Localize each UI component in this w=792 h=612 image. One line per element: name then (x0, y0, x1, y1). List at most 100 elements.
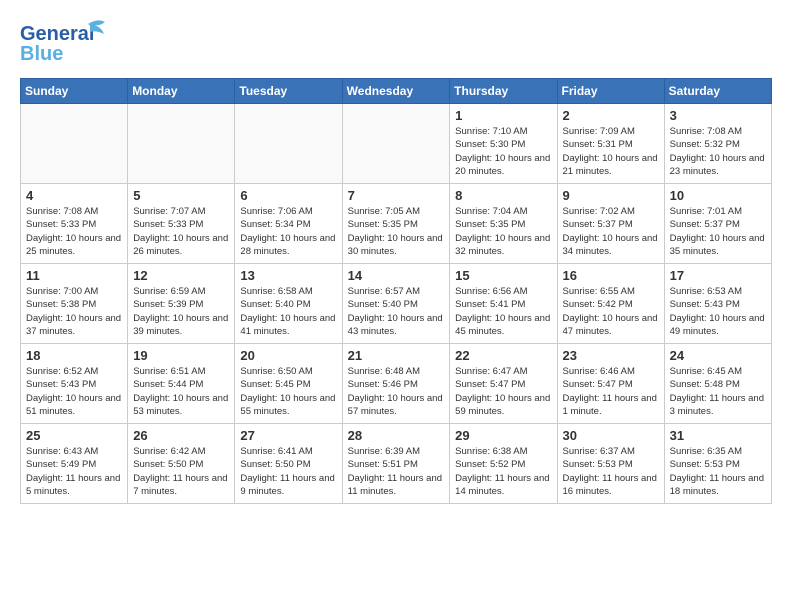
calendar-header-row: SundayMondayTuesdayWednesdayThursdayFrid… (21, 79, 772, 104)
day-info: Sunrise: 6:50 AMSunset: 5:45 PMDaylight:… (240, 365, 336, 418)
calendar-header-sunday: Sunday (21, 79, 128, 104)
day-number: 22 (455, 348, 551, 363)
calendar-cell: 11 Sunrise: 7:00 AMSunset: 5:38 PMDayligh… (21, 264, 128, 344)
calendar-header-wednesday: Wednesday (342, 79, 450, 104)
day-number: 14 (348, 268, 445, 283)
day-info: Sunrise: 6:46 AMSunset: 5:47 PMDaylight:… (563, 365, 659, 418)
day-info: Sunrise: 6:58 AMSunset: 5:40 PMDaylight:… (240, 285, 336, 338)
day-info: Sunrise: 6:45 AMSunset: 5:48 PMDaylight:… (670, 365, 766, 418)
calendar-header-saturday: Saturday (664, 79, 771, 104)
svg-text:Blue: Blue (20, 43, 63, 65)
calendar-cell (235, 104, 342, 184)
day-info: Sunrise: 6:47 AMSunset: 5:47 PMDaylight:… (455, 365, 551, 418)
calendar-cell: 10Sunrise: 7:01 AMSunset: 5:37 PMDayligh… (664, 184, 771, 264)
calendar-cell: 2 Sunrise: 7:09 AMSunset: 5:31 PMDaylight… (557, 104, 664, 184)
day-info: Sunrise: 6:48 AMSunset: 5:46 PMDaylight:… (348, 365, 445, 418)
calendar-cell: 18Sunrise: 6:52 AMSunset: 5:43 PMDayligh… (21, 344, 128, 424)
day-info: Sunrise: 7:06 AMSunset: 5:34 PMDaylight:… (240, 205, 336, 258)
calendar-table: SundayMondayTuesdayWednesdayThursdayFrid… (20, 78, 772, 504)
day-number: 31 (670, 428, 766, 443)
day-number: 6 (240, 188, 336, 203)
calendar-header-friday: Friday (557, 79, 664, 104)
calendar-cell: 25Sunrise: 6:43 AMSunset: 5:49 PMDayligh… (21, 424, 128, 504)
day-info: Sunrise: 6:37 AMSunset: 5:53 PMDaylight:… (563, 445, 659, 498)
calendar-cell: 12 Sunrise: 6:59 AMSunset: 5:39 PMDayligh… (128, 264, 235, 344)
calendar-week-row: 1Sunrise: 7:10 AMSunset: 5:30 PMDaylight… (21, 104, 772, 184)
calendar-cell: 3 Sunrise: 7:08 AMSunset: 5:32 PMDaylight… (664, 104, 771, 184)
day-info: Sunrise: 6:59 AMSunset: 5:39 PMDaylight:… (133, 285, 229, 338)
calendar-cell: 15 Sunrise: 6:56 AMSunset: 5:41 PMDayligh… (450, 264, 557, 344)
day-number: 28 (348, 428, 445, 443)
day-info: Sunrise: 7:08 AMSunset: 5:33 PMDaylight:… (26, 205, 122, 258)
calendar-cell: 6 Sunrise: 7:06 AMSunset: 5:34 PMDaylight… (235, 184, 342, 264)
day-number: 12 (133, 268, 229, 283)
calendar-cell: 1Sunrise: 7:10 AMSunset: 5:30 PMDaylight… (450, 104, 557, 184)
day-info: Sunrise: 6:41 AMSunset: 5:50 PMDaylight:… (240, 445, 336, 498)
day-info: Sunrise: 6:39 AMSunset: 5:51 PMDaylight:… (348, 445, 445, 498)
day-info: Sunrise: 7:05 AMSunset: 5:35 PMDaylight:… (348, 205, 445, 258)
calendar-cell: 22 Sunrise: 6:47 AMSunset: 5:47 PMDayligh… (450, 344, 557, 424)
day-number: 21 (348, 348, 445, 363)
calendar-cell: 29 Sunrise: 6:38 AMSunset: 5:52 PMDayligh… (450, 424, 557, 504)
day-info: Sunrise: 6:52 AMSunset: 5:43 PMDaylight:… (26, 365, 122, 418)
calendar-header-thursday: Thursday (450, 79, 557, 104)
page: General Blue SundayMondayTuesdayWednesda… (0, 0, 792, 514)
calendar-cell: 14 Sunrise: 6:57 AMSunset: 5:40 PMDayligh… (342, 264, 450, 344)
day-info: Sunrise: 7:07 AMSunset: 5:33 PMDaylight:… (133, 205, 229, 258)
logo: General Blue (20, 16, 110, 68)
day-number: 8 (455, 188, 551, 203)
day-number: 29 (455, 428, 551, 443)
day-info: Sunrise: 6:53 AMSunset: 5:43 PMDaylight:… (670, 285, 766, 338)
calendar-cell: 5 Sunrise: 7:07 AMSunset: 5:33 PMDaylight… (128, 184, 235, 264)
calendar-cell: 23 Sunrise: 6:46 AMSunset: 5:47 PMDayligh… (557, 344, 664, 424)
calendar-cell: 30Sunrise: 6:37 AMSunset: 5:53 PMDayligh… (557, 424, 664, 504)
day-number: 13 (240, 268, 336, 283)
calendar-cell (128, 104, 235, 184)
day-number: 27 (240, 428, 336, 443)
day-number: 24 (670, 348, 766, 363)
day-info: Sunrise: 6:57 AMSunset: 5:40 PMDaylight:… (348, 285, 445, 338)
day-number: 17 (670, 268, 766, 283)
day-info: Sunrise: 6:56 AMSunset: 5:41 PMDaylight:… (455, 285, 551, 338)
day-info: Sunrise: 7:00 AMSunset: 5:38 PMDaylight:… (26, 285, 122, 338)
day-number: 2 (563, 108, 659, 123)
day-info: Sunrise: 6:38 AMSunset: 5:52 PMDaylight:… (455, 445, 551, 498)
calendar-week-row: 4 Sunrise: 7:08 AMSunset: 5:33 PMDaylight… (21, 184, 772, 264)
day-info: Sunrise: 7:09 AMSunset: 5:31 PMDaylight:… (563, 125, 659, 178)
calendar-cell: 9 Sunrise: 7:02 AMSunset: 5:37 PMDaylight… (557, 184, 664, 264)
day-number: 20 (240, 348, 336, 363)
day-number: 5 (133, 188, 229, 203)
calendar-cell: 20 Sunrise: 6:50 AMSunset: 5:45 PMDayligh… (235, 344, 342, 424)
calendar-cell: 24 Sunrise: 6:45 AMSunset: 5:48 PMDayligh… (664, 344, 771, 424)
day-info: Sunrise: 6:55 AMSunset: 5:42 PMDaylight:… (563, 285, 659, 338)
calendar-cell: 7 Sunrise: 7:05 AMSunset: 5:35 PMDaylight… (342, 184, 450, 264)
day-number: 3 (670, 108, 766, 123)
day-number: 9 (563, 188, 659, 203)
day-info: Sunrise: 6:51 AMSunset: 5:44 PMDaylight:… (133, 365, 229, 418)
calendar-week-row: 25Sunrise: 6:43 AMSunset: 5:49 PMDayligh… (21, 424, 772, 504)
calendar-cell: 26Sunrise: 6:42 AMSunset: 5:50 PMDayligh… (128, 424, 235, 504)
day-number: 15 (455, 268, 551, 283)
calendar-cell (342, 104, 450, 184)
calendar-week-row: 18Sunrise: 6:52 AMSunset: 5:43 PMDayligh… (21, 344, 772, 424)
calendar-header-monday: Monday (128, 79, 235, 104)
calendar-cell: 16Sunrise: 6:55 AMSunset: 5:42 PMDayligh… (557, 264, 664, 344)
svg-text:General: General (20, 23, 94, 45)
day-info: Sunrise: 7:04 AMSunset: 5:35 PMDaylight:… (455, 205, 551, 258)
calendar-cell: 8 Sunrise: 7:04 AMSunset: 5:35 PMDaylight… (450, 184, 557, 264)
day-info: Sunrise: 6:43 AMSunset: 5:49 PMDaylight:… (26, 445, 122, 498)
day-number: 4 (26, 188, 122, 203)
calendar-cell (21, 104, 128, 184)
day-info: Sunrise: 6:35 AMSunset: 5:53 PMDaylight:… (670, 445, 766, 498)
calendar-cell: 21 Sunrise: 6:48 AMSunset: 5:46 PMDayligh… (342, 344, 450, 424)
calendar-cell: 28 Sunrise: 6:39 AMSunset: 5:51 PMDayligh… (342, 424, 450, 504)
day-info: Sunrise: 7:02 AMSunset: 5:37 PMDaylight:… (563, 205, 659, 258)
day-number: 10 (670, 188, 766, 203)
logo-svg: General Blue (20, 16, 110, 68)
day-info: Sunrise: 7:08 AMSunset: 5:32 PMDaylight:… (670, 125, 766, 178)
day-number: 23 (563, 348, 659, 363)
calendar-header-tuesday: Tuesday (235, 79, 342, 104)
day-number: 7 (348, 188, 445, 203)
day-number: 11 (26, 268, 122, 283)
calendar-cell: 13 Sunrise: 6:58 AMSunset: 5:40 PMDayligh… (235, 264, 342, 344)
